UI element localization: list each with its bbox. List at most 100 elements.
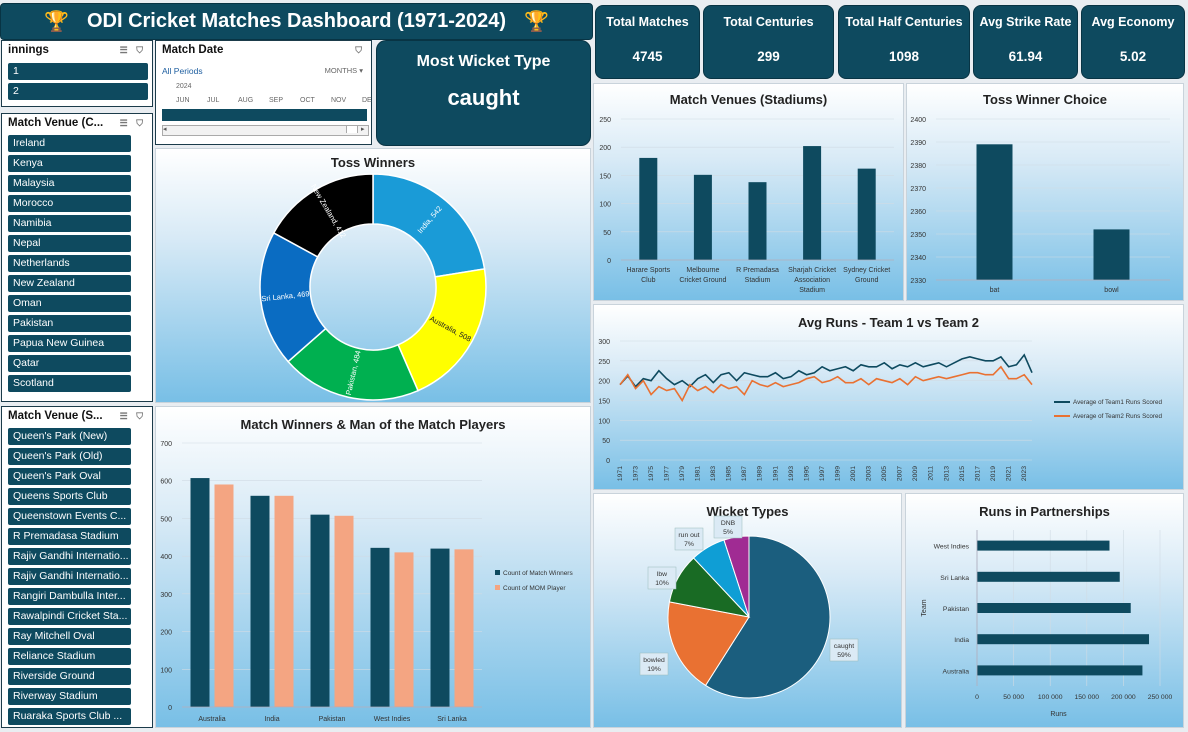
bar: [370, 547, 390, 707]
x-tick-label: India: [264, 716, 279, 723]
scroll-left-arrow[interactable]: ◂: [163, 126, 170, 133]
clear-filter-icon[interactable]: ☰ ⛉: [120, 118, 146, 129]
slicer-item[interactable]: Pakistan: [8, 315, 131, 332]
venue-country-slicer: Match Venue (C... ☰ ⛉ Ireland Kenya Malays…: [1, 113, 153, 402]
slicer-item-list: Queen's Park (New) Queen's Park (Old) Quee…: [2, 425, 152, 725]
bar: [394, 552, 414, 707]
avg-runs-chart: 0 50 100 150 200 250 300 1971 1973 1975 1977 1979 19…: [598, 339, 1162, 481]
kpi-value: 4745: [632, 49, 663, 64]
slicer-item[interactable]: R Premadasa Stadium: [8, 528, 131, 545]
legend-swatch: [495, 570, 500, 575]
timeline-month-label[interactable]: AUG: [238, 97, 253, 104]
slicer-title: Match Venue (S...: [8, 410, 103, 422]
kpi-value: 299: [757, 49, 780, 64]
slicer-title: innings: [8, 44, 49, 56]
slicer-item[interactable]: Malaysia: [8, 175, 131, 192]
slicer-item[interactable]: Riverway Stadium: [8, 688, 131, 705]
y-tick-label: 2390: [910, 140, 926, 147]
slicer-item[interactable]: Ruaraka Sports Club ...: [8, 708, 131, 725]
slicer-item[interactable]: Reliance Stadium: [8, 648, 131, 665]
kpi-value: 5.02: [1119, 49, 1147, 64]
avg-runs-panel: Avg Runs - Team 1 vs Team 2 0 50 100 150 200…: [593, 304, 1184, 490]
timeline-month-label[interactable]: DE: [362, 97, 372, 104]
slicer-item[interactable]: Riverside Ground: [8, 668, 131, 685]
bar: [976, 144, 1013, 280]
time-unit-dropdown[interactable]: MONTHS ▾: [325, 66, 363, 75]
x-tick-label: West Indies: [374, 716, 411, 723]
timeline-month-label[interactable]: NOV: [331, 97, 346, 104]
slicer-item[interactable]: Rajiv Gandhi Internatio...: [8, 548, 131, 565]
slicer-item[interactable]: Namibia: [8, 215, 131, 232]
bar: [693, 174, 712, 260]
x-tick-label: 200 000: [1111, 694, 1136, 701]
x-tick-label: 1993: [788, 466, 795, 481]
y-tick-label: India: [954, 637, 969, 644]
bar: [748, 182, 767, 260]
x-tick-label: bat: [990, 287, 1000, 294]
x-tick-label: Australia: [198, 716, 225, 723]
kpi-card-total-matches: Total Matches 4745: [595, 5, 700, 79]
slicer-item[interactable]: Ray Mitchell Oval: [8, 628, 131, 645]
slicer-item[interactable]: Queens Sports Club: [8, 488, 131, 505]
y-tick-label: 200: [598, 379, 610, 386]
x-tick-label: 1983: [710, 466, 717, 481]
timeline-month-label[interactable]: JUL: [207, 97, 219, 104]
y-tick-label: 700: [160, 441, 172, 448]
y-tick-label: West Indies: [934, 544, 970, 551]
slicer-item[interactable]: Oman: [8, 295, 131, 312]
y-tick-label: 2360: [910, 209, 926, 216]
timeline-scrollbar[interactable]: ◂ ▸: [162, 125, 369, 136]
kpi-card-avg-strike-rate: Avg Strike Rate 61.94: [973, 5, 1078, 79]
dashboard-title-bar: 🏆 ODI Cricket Matches Dashboard (1971-20…: [0, 3, 593, 40]
slicer-item[interactable]: New Zealand: [8, 275, 131, 292]
clear-filter-icon[interactable]: ☰ ⛉: [120, 411, 146, 422]
slicer-item[interactable]: Kenya: [8, 155, 131, 172]
x-tick-label: Club: [641, 277, 656, 284]
slicer-item[interactable]: Rangiri Dambulla Inter...: [8, 588, 131, 605]
line-series: [619, 365, 1033, 403]
x-tick-label: 2019: [990, 466, 997, 481]
slicer-item[interactable]: Qatar: [8, 355, 131, 372]
slicer-item[interactable]: Queen's Park (New): [8, 428, 131, 445]
most-wicket-type-label: Most Wicket Type: [416, 53, 551, 70]
clear-filter-icon[interactable]: ☰ ⛉: [120, 45, 146, 56]
slicer-item[interactable]: Queenstown Events C...: [8, 508, 131, 525]
y-tick-label: 2380: [910, 163, 926, 170]
slicer-item[interactable]: Rawalpindi Cricket Sta...: [8, 608, 131, 625]
x-tick-label: Sri Lanka: [437, 716, 467, 723]
scroll-right-arrow[interactable]: ▸: [361, 126, 368, 133]
x-tick-label: R Premadasa: [736, 267, 779, 274]
x-tick-label: 1975: [648, 466, 655, 481]
bar: [1093, 229, 1130, 280]
x-tick-label: 2003: [866, 466, 873, 481]
slicer-item[interactable]: Rajiv Gandhi Internatio...: [8, 568, 131, 585]
y-tick-label: 200: [160, 630, 172, 637]
scroll-thumb[interactable]: [346, 126, 358, 133]
timeline-month-label[interactable]: JUN: [176, 97, 190, 104]
innings-slicer: innings ☰ ⛉ 1 2: [1, 40, 153, 107]
slicer-item[interactable]: 1: [8, 63, 148, 80]
timeline-bar[interactable]: [162, 109, 367, 121]
slicer-item[interactable]: Ireland: [8, 135, 131, 152]
toss-winners-panel: Toss Winners India, 542 Australia, 508 Pak…: [155, 148, 591, 403]
x-tick-label: 1973: [632, 466, 639, 481]
slicer-item[interactable]: Morocco: [8, 195, 131, 212]
x-tick-label: 1987: [741, 466, 748, 481]
data-label: 5%: [723, 529, 733, 536]
slicer-item[interactable]: Netherlands: [8, 255, 131, 272]
slicer-item[interactable]: 2: [8, 83, 148, 100]
clear-filter-icon[interactable]: ⛉: [355, 45, 365, 56]
slicer-header: Match Venue (S... ☰ ⛉: [2, 407, 152, 425]
slicer-item[interactable]: Scotland: [8, 375, 131, 392]
y-tick-label: 2400: [910, 117, 926, 124]
timeline-months: JUN JUL AUG SEP OCT NOV DE: [162, 97, 372, 107]
match-winners-panel: Match Winners & Man of the Match Players…: [155, 406, 591, 728]
x-tick-label: 1981: [695, 466, 702, 481]
y-tick-label: 250: [598, 359, 610, 366]
slicer-item[interactable]: Queen's Park (Old): [8, 448, 131, 465]
slicer-item[interactable]: Nepal: [8, 235, 131, 252]
slicer-item[interactable]: Queen's Park Oval: [8, 468, 131, 485]
timeline-month-label[interactable]: SEP: [269, 97, 283, 104]
slicer-item[interactable]: Papua New Guinea: [8, 335, 131, 352]
timeline-month-label[interactable]: OCT: [300, 97, 315, 104]
